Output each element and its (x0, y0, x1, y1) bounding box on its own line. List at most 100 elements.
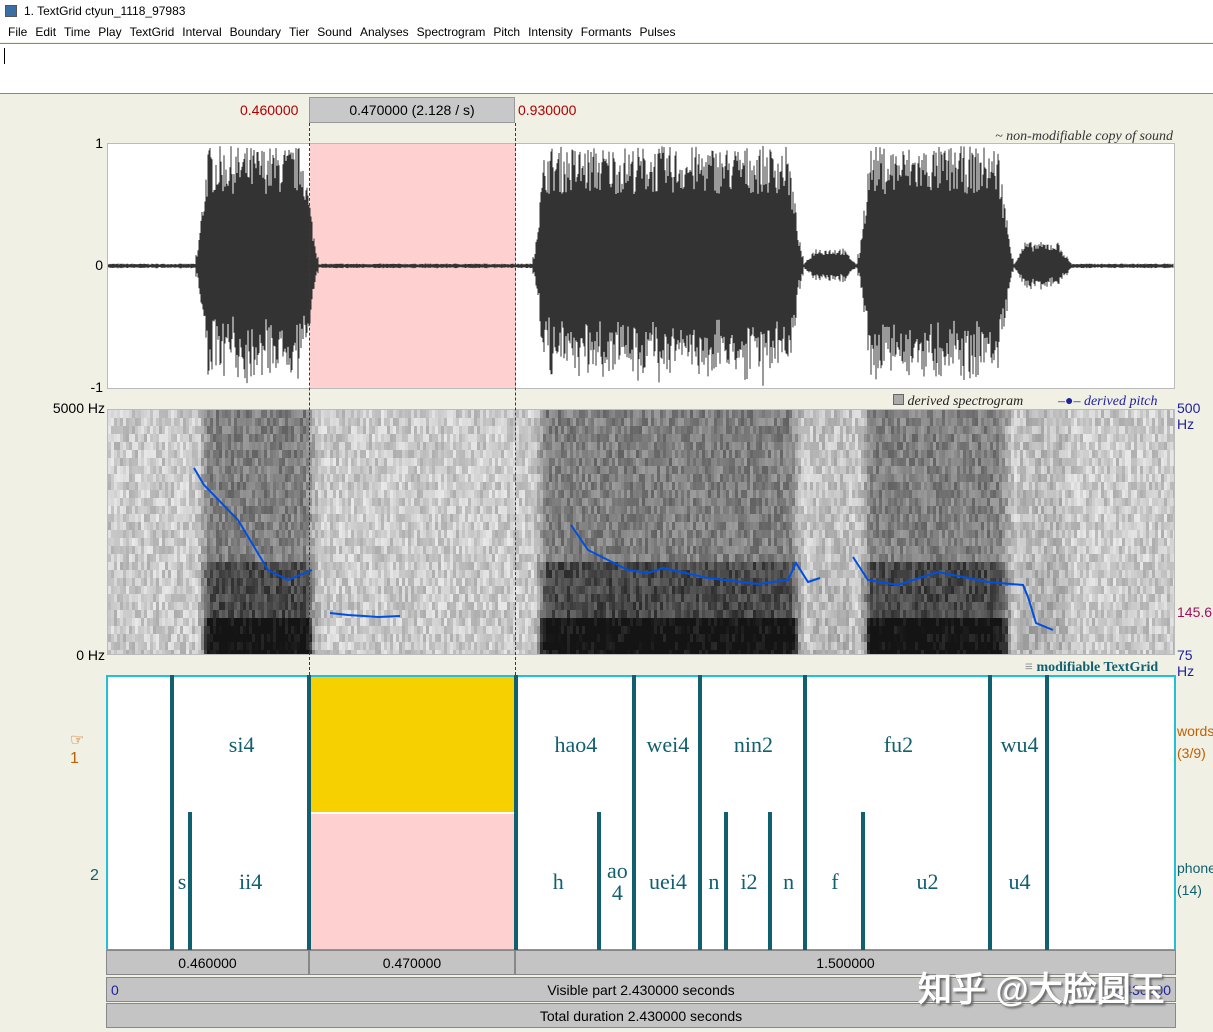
spectrogram-cell (447, 562, 450, 570)
spectrogram-cell (285, 586, 288, 594)
spectrogram-cell (510, 450, 513, 458)
menu-play[interactable]: Play (94, 22, 125, 42)
menu-time[interactable]: Time (60, 22, 94, 42)
spectrogram-cell (429, 474, 432, 482)
spectrogram-cell (468, 618, 471, 626)
spectrogram-cell (108, 634, 111, 642)
spectrogram-cell (261, 506, 264, 514)
menu-boundary[interactable]: Boundary (226, 22, 285, 42)
spectrogram-cell (333, 562, 336, 570)
spectrogram-cell (234, 546, 237, 554)
spectrogram-cell (348, 634, 351, 642)
spectrogram-cell (549, 538, 552, 546)
menu-interval[interactable]: Interval (178, 22, 225, 42)
spectrogram-cell (123, 618, 126, 626)
selection-duration[interactable]: 0.470000 (2.128 / s) (309, 97, 515, 123)
spectrogram-cell (279, 578, 282, 586)
spectrogram-cell (228, 554, 231, 562)
spectrogram-cell (345, 650, 348, 654)
spectrogram-cell (528, 650, 531, 654)
spectrogram-cell (519, 450, 522, 458)
spectrogram-cell (252, 410, 255, 418)
spectrogram-panel[interactable] (107, 409, 1175, 655)
spectrogram-cell (123, 634, 126, 642)
menu-formants[interactable]: Formants (577, 22, 636, 42)
menu-pitch[interactable]: Pitch (489, 22, 524, 42)
menu-edit[interactable]: Edit (31, 22, 60, 42)
spectrogram-cell (159, 634, 162, 642)
interval-text-editor[interactable] (0, 43, 1213, 94)
spectrogram-cell (465, 610, 468, 618)
spectrogram-cell (162, 418, 165, 426)
spectrogram-cell (543, 410, 546, 418)
menu-sound[interactable]: Sound (313, 22, 356, 42)
spectrogram-cell (522, 594, 525, 602)
spectrogram-cell (234, 594, 237, 602)
spectrogram-cell (330, 426, 333, 434)
spectrogram-cell (504, 586, 507, 594)
spectrogram-cell (384, 554, 387, 562)
spectrogram-cell (159, 410, 162, 418)
spectrogram-cell (126, 418, 129, 426)
spectrogram-cell (528, 410, 531, 418)
spectrogram-cell (147, 650, 150, 654)
menu-pulses[interactable]: Pulses (635, 22, 679, 42)
spectrogram-cell (525, 554, 528, 562)
spectrogram-cell (291, 418, 294, 426)
spectrogram-cell (288, 450, 291, 458)
menu-intensity[interactable]: Intensity (524, 22, 577, 42)
spectrogram-cell (471, 450, 474, 458)
spectrogram-cell (393, 578, 396, 586)
spectrogram-cell (312, 626, 315, 634)
spectrogram-cell (381, 586, 384, 594)
spectrogram-cell (474, 498, 477, 506)
spectrogram-cell (552, 482, 555, 490)
spectrogram-cell (174, 578, 177, 586)
spectrogram-cell (180, 514, 183, 522)
spectrogram-cell (363, 594, 366, 602)
spectrogram-cell (510, 538, 513, 546)
spectrogram-cell (357, 466, 360, 474)
spectrogram-cell (243, 642, 246, 650)
spectrogram-cell (543, 514, 546, 522)
spectrogram-cell (438, 530, 441, 538)
spectrogram-cell (285, 618, 288, 626)
spectrogram-cell (255, 506, 258, 514)
spectrogram-cell (255, 562, 258, 570)
spectrogram-cell (561, 418, 564, 426)
spectrogram-cell (405, 458, 408, 466)
spectrogram-cell (495, 546, 498, 554)
spectrogram-cell (189, 610, 192, 618)
spectrogram-cell (141, 642, 144, 650)
menu-file[interactable]: File (4, 22, 31, 42)
spectrogram-cell (561, 594, 564, 602)
spectrogram-cell (531, 650, 534, 654)
waveform-panel[interactable] (107, 143, 1175, 389)
spectrogram-cell (123, 522, 126, 530)
spectrogram-cell (426, 522, 429, 530)
spectrogram-cell (177, 546, 180, 554)
menu-analyses[interactable]: Analyses (356, 22, 413, 42)
spectrogram-cell (504, 546, 507, 554)
spectrogram-cell (495, 474, 498, 482)
spectrogram-cell (546, 482, 549, 490)
spectrogram-cell (378, 634, 381, 642)
spectrogram-cell (468, 482, 471, 490)
spectrogram-cell (162, 474, 165, 482)
spectrogram-cell (546, 650, 549, 654)
spectrogram-cell (525, 618, 528, 626)
spectrogram-cell (351, 474, 354, 482)
spectrogram-cell (366, 586, 369, 594)
spectrogram-cell (147, 610, 150, 618)
menu-tier[interactable]: Tier (285, 22, 313, 42)
spectrogram-cell (552, 610, 555, 618)
spectrogram-cell (327, 490, 330, 498)
spectrogram-cell (528, 634, 531, 642)
menu-textgrid[interactable]: TextGrid (126, 22, 179, 42)
menu-spectrogram[interactable]: Spectrogram (413, 22, 490, 42)
spectrogram-cell (273, 506, 276, 514)
spectrogram-cell (276, 602, 279, 610)
spectrogram-cell (243, 634, 246, 642)
spectrogram-cell (480, 458, 483, 466)
spectrogram-cell (288, 490, 291, 498)
